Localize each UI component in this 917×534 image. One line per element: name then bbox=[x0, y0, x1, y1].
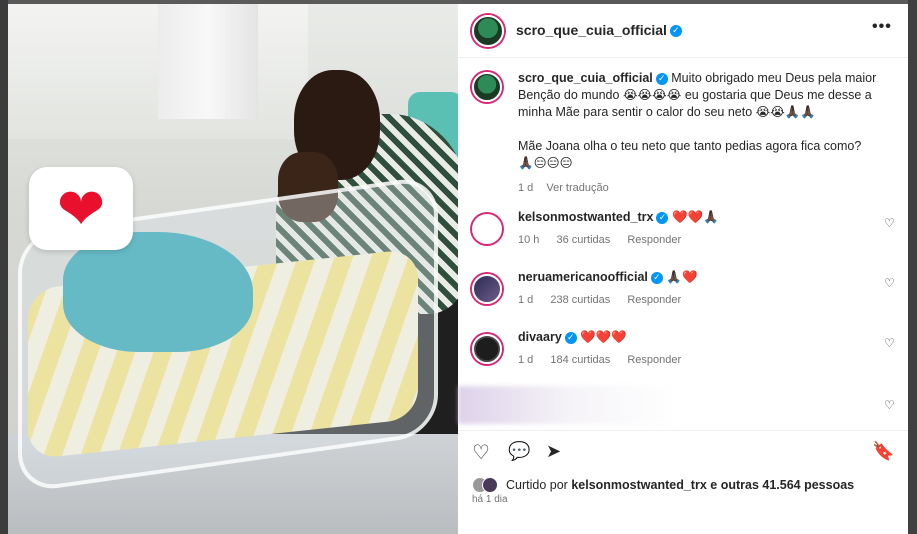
comment-time: 10 h bbox=[518, 234, 540, 246]
comment-avatar[interactable] bbox=[472, 274, 502, 304]
caption-time: 1 d bbox=[518, 182, 534, 194]
like-icon[interactable]: ♡ bbox=[472, 441, 490, 463]
share-icon[interactable]: ➤ bbox=[546, 441, 561, 463]
save-icon[interactable]: 🔖 bbox=[872, 441, 894, 463]
verified-icon: ✓ bbox=[650, 271, 663, 284]
comment-body: neruamericanoofficial ✓ 🙏🏿❤️ bbox=[518, 270, 698, 285]
reply-button[interactable]: Responder bbox=[627, 294, 681, 306]
backdrop-right bbox=[908, 0, 917, 534]
liker-avatar bbox=[482, 477, 498, 493]
avatar[interactable] bbox=[472, 15, 504, 47]
comment-time: 1 d bbox=[518, 354, 534, 366]
comment-like-icon[interactable]: ♡ bbox=[884, 276, 895, 290]
comment-like-icon[interactable]: ♡ bbox=[884, 398, 895, 412]
caption-avatar[interactable] bbox=[472, 72, 502, 102]
comment-likes[interactable]: 238 curtidas bbox=[550, 294, 610, 306]
verified-icon: ✓ bbox=[564, 331, 577, 344]
post-author-name[interactable]: scro_que_cuia_official bbox=[516, 22, 667, 38]
blurred-comment bbox=[458, 386, 678, 424]
post-header: scro_que_cuia_official ✓ ••• bbox=[458, 4, 908, 58]
post-photo[interactable]: ❤ bbox=[8, 4, 458, 534]
post-modal: ❤ scro_que_cuia_official ✓ ••• scro_que_c… bbox=[8, 4, 908, 534]
heart-icon: ❤ bbox=[56, 174, 106, 243]
comment-meta: 1 d 184 curtidas Responder bbox=[518, 354, 695, 366]
comment-text: ❤️❤️🙏🏿 bbox=[671, 210, 719, 224]
comment-meta: 1 d 238 curtidas Responder bbox=[518, 294, 695, 306]
post-author[interactable]: scro_que_cuia_official ✓ bbox=[516, 22, 682, 38]
comment-like-icon[interactable]: ♡ bbox=[884, 336, 895, 350]
comment-body: divaary ✓ ❤️❤️❤️ bbox=[518, 330, 627, 345]
comment-author[interactable]: neruamericanoofficial bbox=[518, 270, 648, 284]
liked-by: Curtido por kelsonmostwanted_trx e outra… bbox=[472, 474, 902, 496]
comment-like-icon[interactable]: ♡ bbox=[884, 216, 895, 230]
heart-badge: ❤ bbox=[29, 167, 133, 250]
reply-button[interactable]: Responder bbox=[627, 234, 681, 246]
action-bar: ♡ 💬 ➤ 🔖 bbox=[458, 430, 908, 474]
comment-meta: 10 h 36 curtidas Responder bbox=[518, 234, 695, 246]
liked-by-user[interactable]: kelsonmostwanted_trx bbox=[571, 478, 706, 492]
translate-link[interactable]: Ver tradução bbox=[546, 182, 608, 194]
liked-by-suffix[interactable]: e outras 41.564 pessoas bbox=[710, 478, 854, 492]
caption-line-2: Benção do mundo 😭😭😭😭 eu gostaria que Deu… bbox=[518, 88, 872, 102]
post-side-panel: scro_que_cuia_official ✓ ••• scro_que_cui… bbox=[458, 4, 908, 534]
comment-icon[interactable]: 💬 bbox=[508, 441, 530, 463]
caption-line-3: minha Mãe para sentir o calor do seu net… bbox=[518, 105, 816, 119]
caption-text: scro_que_cuia_official ✓ Muito obrigado m… bbox=[518, 70, 888, 197]
comment-likes[interactable]: 36 curtidas bbox=[556, 234, 610, 246]
photo-curtain bbox=[158, 4, 258, 119]
comment-text: 🙏🏿❤️ bbox=[666, 270, 698, 284]
comment-avatar[interactable] bbox=[472, 214, 502, 244]
comment-body: kelsonmostwanted_trx ✓ ❤️❤️🙏🏿 bbox=[518, 210, 719, 225]
liked-by-prefix: Curtido por bbox=[506, 478, 568, 492]
comment-author[interactable]: divaary bbox=[518, 330, 562, 344]
verified-icon: ✓ bbox=[669, 25, 682, 38]
liked-by-text[interactable]: Curtido por kelsonmostwanted_trx e outra… bbox=[506, 478, 854, 492]
verified-icon: ✓ bbox=[656, 211, 669, 224]
comment-time: 1 d bbox=[518, 294, 534, 306]
caption-meta: 1 d Ver tradução bbox=[518, 180, 888, 197]
comment-item: neruamericanoofficial ✓ 🙏🏿❤️ 1 d 238 curt… bbox=[472, 270, 902, 318]
backdrop-left bbox=[0, 0, 8, 534]
comment-avatar[interactable] bbox=[472, 334, 502, 364]
comment-likes[interactable]: 184 curtidas bbox=[550, 354, 610, 366]
caption-line-5: 🙏🏿😑😑😑 bbox=[518, 156, 573, 170]
caption-line-4: Mãe Joana olha o teu neto que tanto pedi… bbox=[518, 139, 862, 153]
caption-author[interactable]: scro_que_cuia_official bbox=[518, 71, 653, 85]
caption-line-1: Muito obrigado meu Deus pela maior bbox=[671, 71, 877, 85]
post-timestamp: há 1 dia bbox=[472, 494, 508, 505]
comment-author[interactable]: kelsonmostwanted_trx bbox=[518, 210, 653, 224]
comment-text: ❤️❤️❤️ bbox=[580, 330, 627, 344]
reply-button[interactable]: Responder bbox=[627, 354, 681, 366]
comment-item: divaary ✓ ❤️❤️❤️ 1 d 184 curtidas Respond… bbox=[472, 330, 902, 378]
comment-item: kelsonmostwanted_trx ✓ ❤️❤️🙏🏿 10 h 36 cur… bbox=[472, 210, 902, 258]
more-options-icon[interactable]: ••• bbox=[872, 18, 892, 36]
verified-icon: ✓ bbox=[655, 72, 668, 85]
